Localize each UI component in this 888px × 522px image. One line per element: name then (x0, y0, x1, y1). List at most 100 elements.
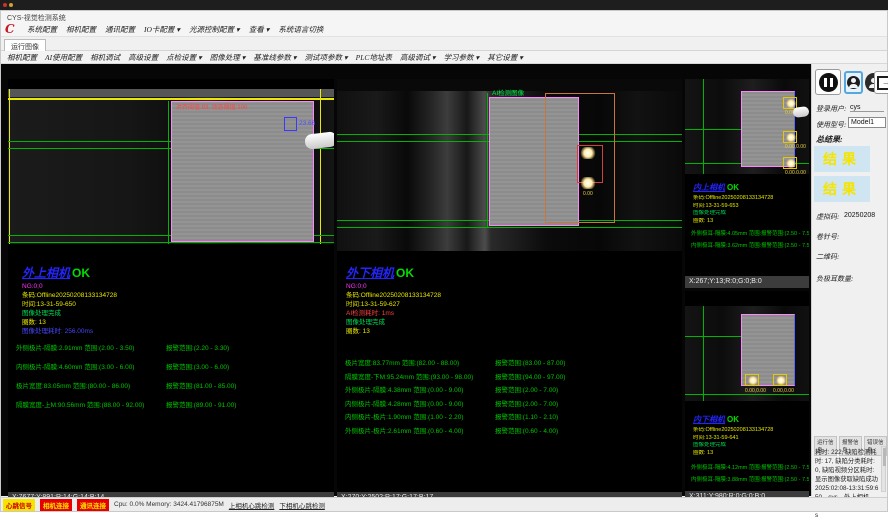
toolbar: 相机配置 AI使用配置相机调试高级设置点检设置 ▾ 图像处理 ▾ 基准线参数 ▾ 测试项… (1, 51, 887, 64)
measurement-alarm: 报警范围:(89.00 - 91.00) (166, 399, 236, 418)
rounds-line: 圈数: 13 (693, 218, 773, 226)
barcode-line: 条码:Offline20250208133134728 (346, 291, 441, 300)
toolbar-item[interactable]: 点检设置 ▾ (166, 52, 202, 63)
model-input[interactable]: Model1 (848, 117, 886, 128)
upper-camera-heartbeat-link[interactable]: 上相机心跳检测 (229, 500, 275, 510)
measurement-text: 外侧极片-隔膜:2.91mm 范围:(2.00 - 3.50) (16, 342, 166, 361)
camera-view-outer-lower[interactable]: AI检测图像 0.00 外下相机OK NG:0;0 条码:Offline2025… (337, 79, 682, 504)
user-icon (847, 76, 860, 89)
qr-code-label: 二维码: (816, 252, 839, 262)
menu-item[interactable]: 光源控制配置 ▾ (189, 24, 240, 35)
measurement-row: 外侧极耳-隔膜:4.12mm 范围:(2.00 - 8.00) 报警范围:(2.… (691, 463, 809, 475)
marker-label: 0.00,0.00 (773, 388, 794, 394)
rounds-line: 圈数: 13 (693, 450, 773, 458)
measurement-text: 极片宽度:83.77mm 范围:(82.00 - 88.00) (345, 357, 495, 371)
process-done-line: 图像处理完成 (693, 210, 773, 218)
overlay-green-line (685, 336, 743, 337)
status-bar: 心跳信号 相机连接 通讯连接 Cpu: 0.0% Memory: 3424.41… (1, 497, 887, 511)
measurement-row: 外侧极片-隔膜:4.38mm 范围:(0.00 - 9.00) 报警范围:(2.… (345, 384, 565, 398)
lower-camera-heartbeat-link[interactable]: 下相机心跳检测 (279, 500, 325, 510)
window-titlebar[interactable]: CYS-视觉检测系统 (1, 11, 887, 23)
overlay-yellow-line (8, 98, 334, 100)
pause-button[interactable] (815, 69, 841, 95)
measurement-alarm: 报警范围:(2.50 - 7.50) (761, 229, 809, 241)
weld-glow-spot (776, 376, 786, 385)
menu-item[interactable]: 系统配置 (27, 24, 57, 35)
result-title: 外下相机OK (346, 264, 441, 282)
toolbar-item[interactable]: 图像处理 ▾ (210, 52, 246, 63)
camera-name: 内上相机 (693, 183, 725, 192)
status-ok: OK (727, 183, 739, 192)
menu-item[interactable]: IO卡配置 ▾ (144, 24, 180, 35)
measurement-alarm: 报警范围:(3.00 - 6.00) (166, 361, 229, 380)
taskbar-strip (0, 0, 888, 10)
measurement-alarm: 报警范围:(1.10 - 2.10) (495, 411, 558, 425)
camera-view-outer-upper[interactable]: 对齐阈值:93, 动态阈值:100 23.66 外上相机OK NG:0;0 条码… (8, 79, 334, 504)
camera-view-inner-upper[interactable]: 0.00,0.00 0.00,0.00 0.00,0.00 内上相机OK 条码:… (685, 79, 809, 288)
toolbar-item[interactable]: PLC地址表 (356, 52, 392, 63)
toolbar-item[interactable]: 测试项参数 ▾ (305, 52, 348, 63)
login-user-label: 登录用户: (816, 104, 846, 114)
toolbar-item[interactable]: 相机调试 (90, 52, 120, 63)
weld-glow-spot (786, 99, 796, 108)
negative-tab-count-label: 负极耳数量: (816, 274, 853, 284)
menu-item[interactable]: 系统语言切换 (278, 24, 323, 35)
result-badge-upper: 结果 (814, 146, 870, 172)
measurement-list: 极片宽度:83.77mm 范围:(82.00 - 88.00) 报警范围:(83… (345, 357, 565, 438)
model-label: 使用型号: (816, 120, 846, 130)
log-scrollbar-thumb[interactable] (883, 448, 886, 466)
weld-glow-spot (748, 376, 758, 385)
result-title: 内下相机OK (693, 409, 773, 427)
measurement-list: 外侧极耳-隔膜:4.05mm 范围:(2.00 - 8.00) 报警范围:(2.… (691, 229, 809, 253)
result-title: 内上相机OK (693, 177, 773, 195)
menu-item[interactable]: 相机配置 (66, 24, 96, 35)
marker-label: 0.00,0.00 (745, 388, 766, 394)
right-control-panel: 登录用户: cys 使用型号: Model1 总结果: 结果 结果 虚拟码: 2… (811, 64, 887, 496)
weld-glow-spot (786, 133, 796, 142)
overlay-yellow-line (9, 89, 10, 244)
weld-glow-spot (580, 177, 596, 189)
camera-view-inner-lower[interactable]: 0.00,0.00 0.00,0.00 内下相机OK 条码:Offline202… (685, 291, 809, 503)
camera-connection-badge: 相机连接 (40, 499, 72, 511)
measurement-text: 内侧极耳-隔膜:3.62mm 范围:(2.00 - 8.00) (691, 241, 761, 253)
menu-bar: C 系统配置相机配置通讯配置IO卡配置 ▾光源控制配置 ▾查看 ▾系统语言切换 (1, 23, 887, 37)
menu-item[interactable]: 通讯配置 (105, 24, 135, 35)
camera-image-outer-upper[interactable]: 对齐阈值:93, 动态阈值:100 23.66 (8, 89, 334, 244)
needle-number-label: 卷针号: (816, 232, 839, 242)
toolbar-item[interactable]: 相机配置 (7, 52, 37, 63)
process-done-line: 图像处理完成 (693, 442, 773, 450)
toolbar-item[interactable]: 其它设置 ▾ (487, 52, 523, 63)
app-window: CYS-视觉检测系统 C 系统配置相机配置通讯配置IO卡配置 ▾光源控制配置 ▾… (0, 10, 888, 512)
pixel-coordinate-bar: X:267;Y:13;R:0;G:0;B:0 (685, 276, 809, 288)
toolbar-item[interactable]: 高级设置 (128, 52, 158, 63)
log-scrollbar[interactable] (881, 446, 886, 492)
tab-run-image[interactable]: 运行图像 (4, 39, 46, 51)
camera-image-inner-upper[interactable]: 0.00,0.00 0.00,0.00 0.00,0.00 (685, 79, 809, 174)
menu-item[interactable]: 查看 ▾ (249, 24, 270, 35)
barcode-line: 条码:Offline20250208133134728 (693, 195, 773, 203)
camera-image-outer-lower[interactable]: AI检测图像 0.00 (337, 79, 682, 251)
detection-box (783, 157, 797, 169)
measurement-row: 内侧极片-隔膜:4.28mm 范围:(0.00 - 9.00) 报警范围:(2.… (345, 398, 565, 412)
toolbar-item[interactable]: 学习参数 ▾ (444, 52, 480, 63)
login-user-value: cys (850, 104, 884, 112)
measurement-row: 内侧极耳-隔膜:3.62mm 范围:(2.00 - 8.00) 报警范围:(2.… (691, 241, 809, 253)
tab-bar: 运行图像 (1, 38, 887, 51)
overlay-green-line (685, 394, 809, 395)
status-ok: OK (396, 266, 414, 280)
process-done-line: 图像处理完成 (22, 309, 117, 318)
pause-icon (819, 73, 838, 92)
camera-image-inner-lower[interactable]: 0.00,0.00 0.00,0.00 (685, 306, 809, 401)
measurement-alarm: 报警范围:(2.50 - 7.50) (761, 463, 809, 475)
result-block-inner-lower: 内下相机OK 条码:Offline20250208133134728 时间:13… (693, 409, 773, 457)
exit-button[interactable] (874, 71, 888, 94)
overlay-green-line (168, 101, 169, 244)
user-login-button[interactable] (844, 71, 863, 94)
toolbar-item[interactable]: 基准线参数 ▾ (253, 52, 296, 63)
result-block-outer-upper: 外上相机OK NG:0;0 条码:Offline2025020813313472… (22, 264, 117, 336)
exit-door-icon (877, 76, 888, 90)
overlay-marker-box (284, 117, 297, 131)
toolbar-item[interactable]: 高级调试 ▾ (400, 52, 436, 63)
total-result-label: 总结果: (816, 134, 843, 145)
toolbar-item[interactable]: AI使用配置 (45, 52, 82, 63)
